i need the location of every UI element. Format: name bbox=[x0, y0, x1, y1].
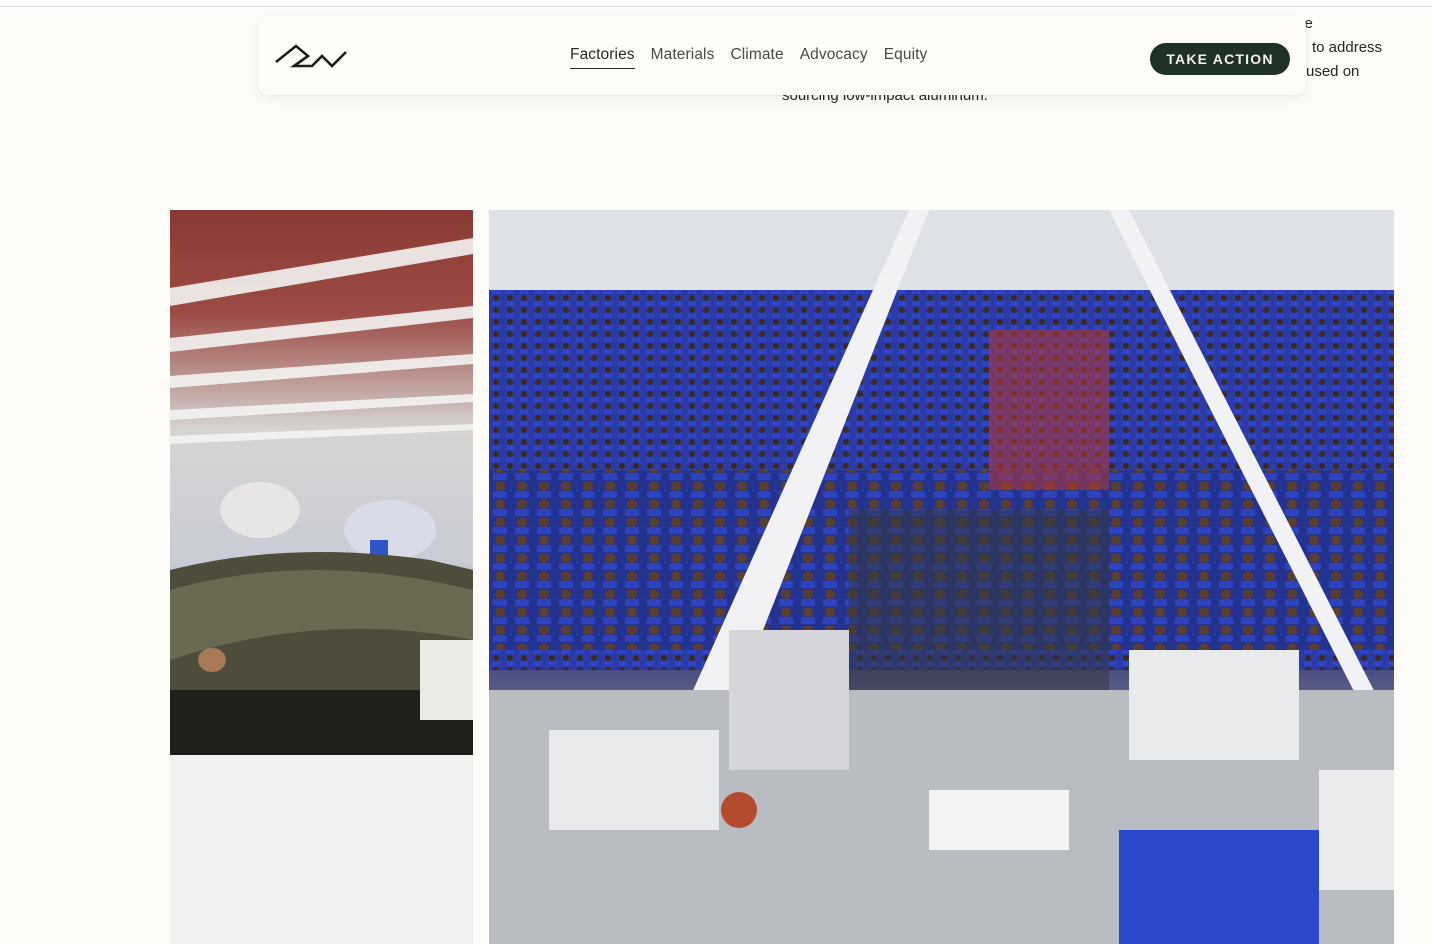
site-navigation: Factories Materials Climate Advocacy Equ… bbox=[258, 16, 1306, 95]
top-divider bbox=[0, 6, 1432, 7]
nav-item-advocacy[interactable]: Advocacy bbox=[800, 46, 868, 69]
nav-item-climate[interactable]: Climate bbox=[730, 46, 783, 69]
factory-team-photo bbox=[489, 210, 1394, 944]
nav-item-factories[interactable]: Factories bbox=[570, 46, 635, 69]
nav-item-materials[interactable]: Materials bbox=[651, 46, 715, 69]
take-action-button[interactable]: TAKE ACTION bbox=[1150, 43, 1290, 75]
nav-item-equity[interactable]: Equity bbox=[884, 46, 928, 69]
main-menu: Factories Materials Climate Advocacy Equ… bbox=[570, 46, 927, 69]
factory-bags-photo bbox=[170, 210, 473, 944]
brand-logo-icon[interactable] bbox=[274, 42, 348, 74]
